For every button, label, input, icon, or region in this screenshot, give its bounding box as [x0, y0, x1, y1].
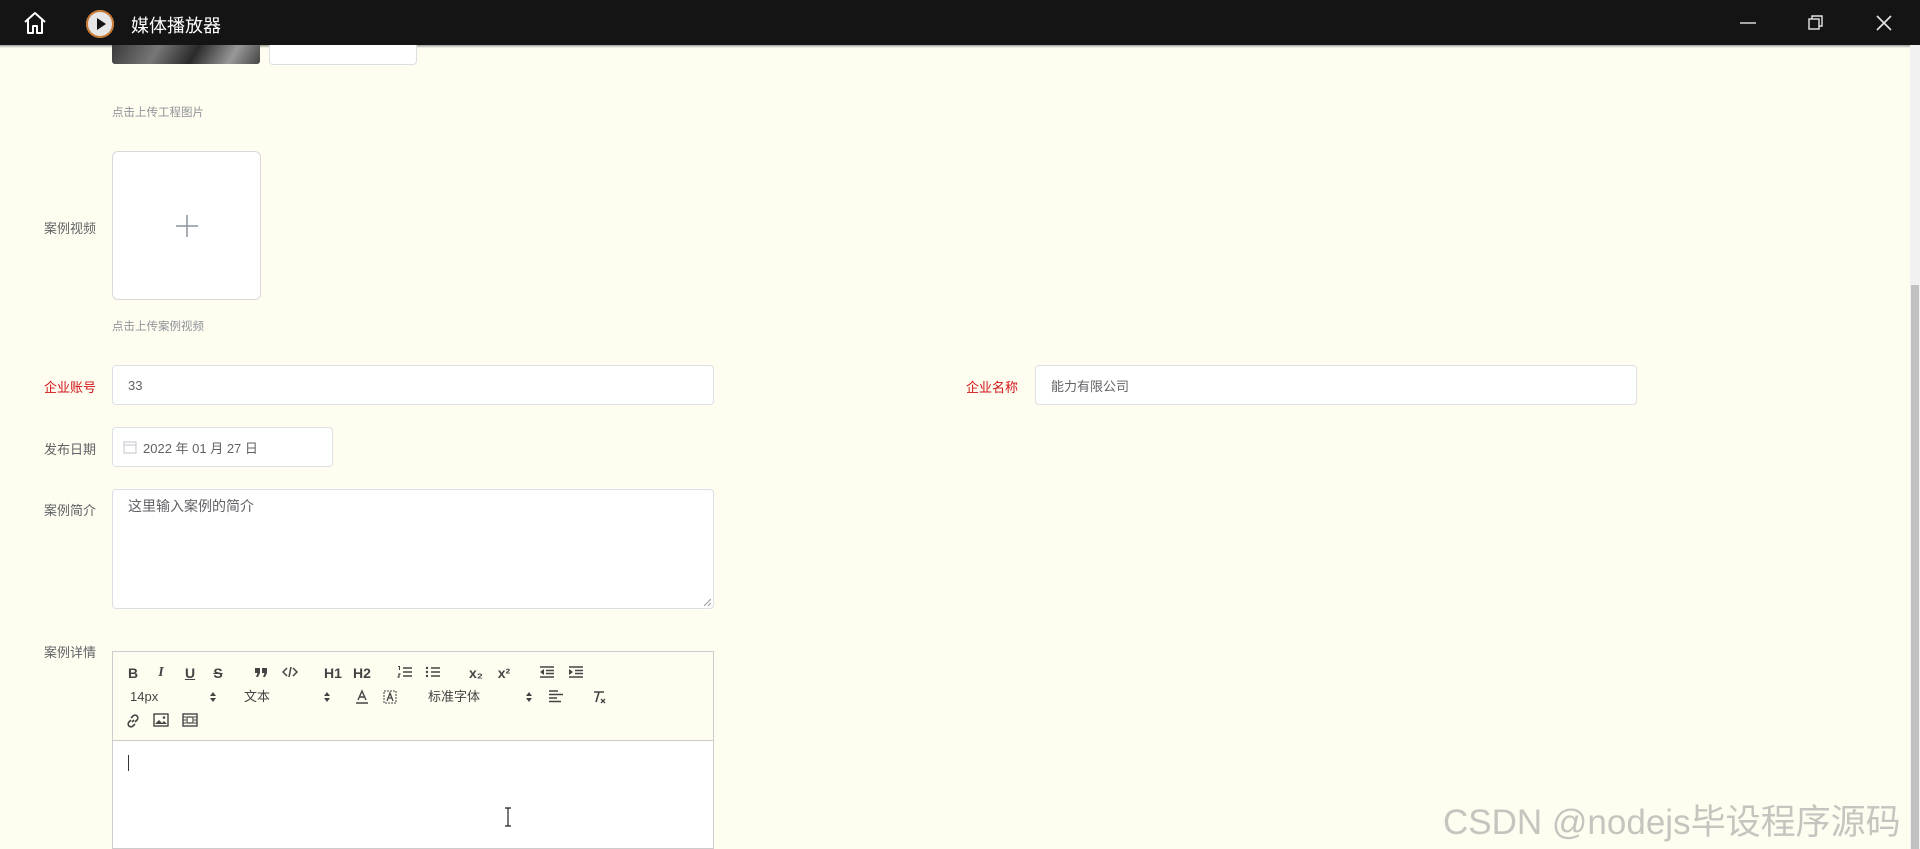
font-picker-value: 标准字体 — [428, 689, 481, 704]
updown-arrow-icon — [324, 692, 330, 702]
outdent-button[interactable] — [536, 663, 558, 683]
company-account-value: 33 — [128, 377, 143, 393]
h2-button[interactable]: H2 — [351, 663, 373, 683]
font-picker[interactable]: 标准字体 — [428, 687, 533, 707]
editor-content-area[interactable] — [113, 742, 713, 848]
image-icon — [153, 713, 169, 727]
close-button[interactable] — [1850, 0, 1918, 45]
ordered-list-icon — [397, 666, 412, 678]
vertical-scrollbar[interactable] — [1910, 45, 1920, 849]
video-button[interactable] — [179, 711, 201, 731]
restore-icon — [1808, 15, 1823, 30]
window-title: 媒体播放器 — [131, 16, 221, 36]
calendar-icon — [123, 441, 137, 454]
ordered-list-button[interactable] — [394, 663, 416, 683]
text-caret — [128, 755, 129, 771]
title-bar: 媒体播放器 — [0, 0, 1920, 45]
publish-date-label: 发布日期 — [44, 442, 97, 457]
video-icon — [182, 713, 198, 727]
engineering-image-thumbnail[interactable] — [112, 45, 260, 64]
case-video-hint: 点击上传案例视频 — [112, 321, 204, 333]
h1-button[interactable]: H1 — [322, 663, 344, 683]
case-summary-value: 这里输入案例的简介 — [128, 498, 254, 514]
company-name-value: 能力有限公司 — [1051, 378, 1130, 394]
editor-toolbar: B I U S H1 H2 x₂ x² 14px 文本 标准字体 — [113, 652, 713, 741]
blockquote-button[interactable] — [250, 663, 272, 683]
size-picker[interactable]: 14px — [130, 687, 218, 707]
minimize-icon — [1740, 22, 1756, 24]
bullet-list-button[interactable] — [422, 663, 444, 683]
align-button[interactable] — [545, 687, 567, 707]
header-picker-value: 文本 — [244, 689, 271, 704]
plus-icon — [176, 215, 198, 237]
minimize-button[interactable] — [1714, 0, 1782, 45]
case-details-label: 案例详情 — [44, 645, 97, 660]
publish-date-value: 2022 年 01 月 27 日 — [143, 440, 258, 456]
updown-arrow-icon — [526, 692, 532, 702]
clear-format-button[interactable] — [588, 687, 610, 707]
code-block-button[interactable] — [279, 663, 301, 683]
engineering-image-field[interactable] — [269, 45, 417, 65]
company-name-label: 企业名称 — [966, 380, 1019, 395]
company-name-input[interactable]: 能力有限公司 — [1035, 365, 1637, 405]
code-icon — [282, 666, 298, 678]
watermark: CSDN @nodejs毕设程序源码 — [1443, 803, 1901, 842]
indent-button[interactable] — [565, 663, 587, 683]
font-color-icon — [356, 689, 368, 704]
restore-button[interactable] — [1782, 0, 1850, 45]
outdent-icon — [540, 666, 554, 678]
scrollbar-thumb[interactable] — [1911, 285, 1919, 849]
image-button[interactable] — [150, 711, 172, 731]
underline-button[interactable]: U — [179, 663, 201, 683]
link-icon — [127, 714, 139, 728]
superscript-button[interactable]: x² — [493, 663, 515, 683]
bullet-list-icon — [425, 666, 440, 678]
bold-button[interactable]: B — [122, 663, 144, 683]
quote-icon — [255, 668, 267, 677]
case-video-upload[interactable] — [112, 151, 261, 300]
font-color-button[interactable] — [351, 687, 373, 707]
indent-icon — [569, 666, 583, 678]
home-icon[interactable] — [20, 9, 50, 37]
size-picker-value: 14px — [130, 689, 159, 704]
link-button[interactable] — [122, 711, 144, 731]
subscript-button[interactable]: x₂ — [465, 663, 487, 683]
engineering-image-hint: 点击上传工程图片 — [112, 107, 204, 119]
italic-button[interactable]: I — [150, 663, 172, 683]
background-color-icon — [383, 690, 397, 704]
background-color-button[interactable] — [379, 687, 401, 707]
case-video-label: 案例视频 — [44, 221, 97, 236]
company-account-label: 企业账号 — [44, 380, 97, 395]
rich-text-editor: B I U S H1 H2 x₂ x² 14px 文本 标准字体 — [112, 651, 714, 849]
align-left-icon — [549, 690, 563, 703]
clear-format-icon — [594, 691, 606, 704]
updown-arrow-icon — [210, 692, 216, 702]
case-summary-textarea[interactable]: 这里输入案例的简介 — [112, 489, 714, 609]
case-summary-label: 案例简介 — [44, 503, 97, 518]
ibeam-cursor-icon — [505, 807, 511, 827]
play-circle-icon — [86, 10, 114, 38]
company-account-input[interactable]: 33 — [112, 365, 714, 405]
publish-date-picker[interactable]: 2022 年 01 月 27 日 — [112, 427, 333, 467]
header-picker[interactable]: 文本 — [244, 687, 332, 707]
resize-handle-icon[interactable] — [703, 598, 711, 606]
strike-button[interactable]: S — [207, 663, 229, 683]
close-icon — [1876, 15, 1892, 31]
